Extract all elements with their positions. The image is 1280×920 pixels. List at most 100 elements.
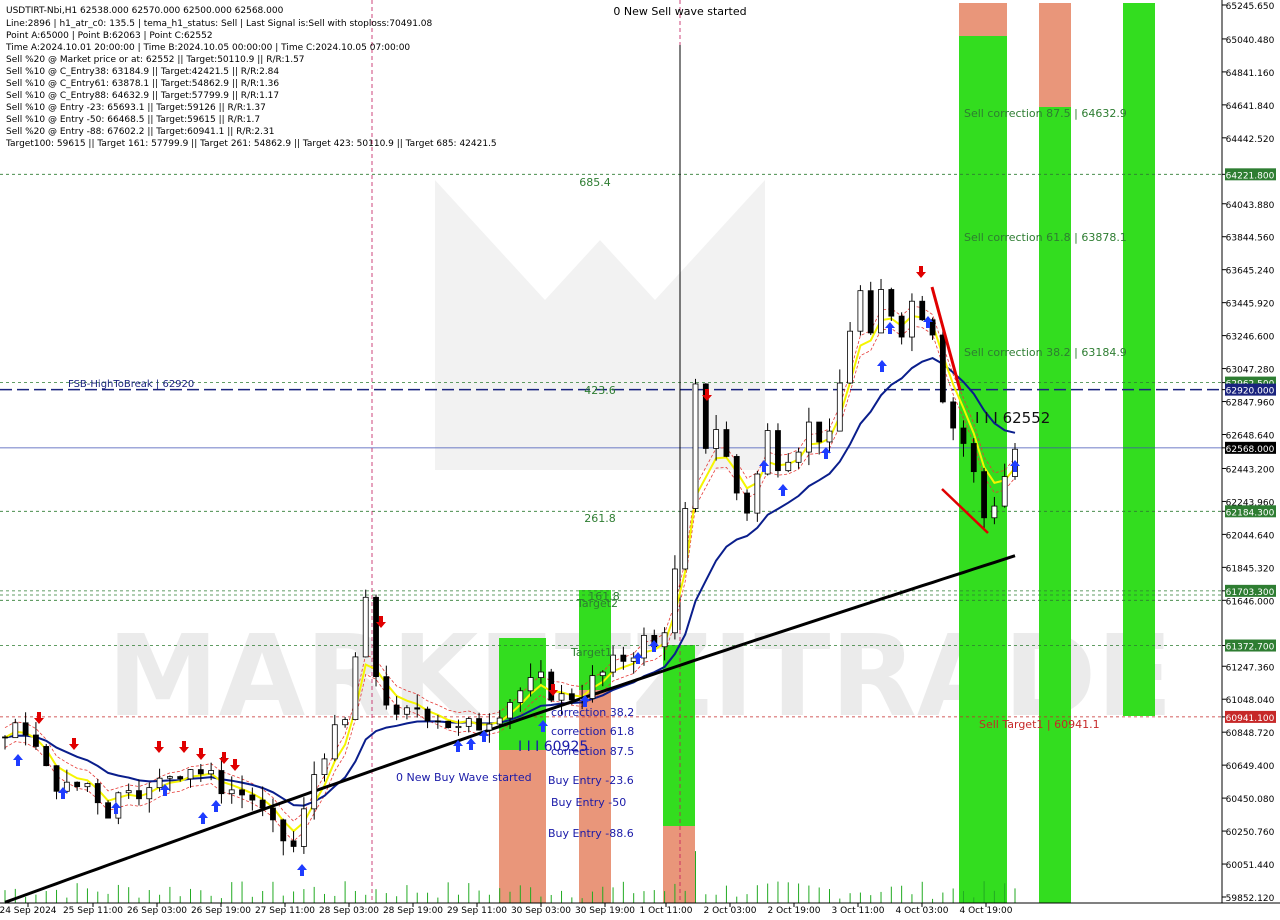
candle-body [53, 765, 60, 792]
candle-body [146, 787, 153, 800]
candle-body [754, 473, 761, 514]
candle-body [671, 568, 678, 634]
candle-body [816, 421, 823, 443]
y-tick-label-20: 62044.640 [1226, 531, 1275, 541]
candle-body [929, 319, 936, 336]
annotation-new-buy-wave: 0 New Buy Wave started [396, 771, 532, 784]
candle-body [125, 790, 132, 794]
y-tick-label-17: 62443.200 [1226, 465, 1275, 475]
candle-body [939, 334, 946, 403]
candle-10 [105, 800, 111, 819]
y-tick-label-4: 64442.520 [1226, 135, 1275, 145]
candle-body [476, 718, 482, 731]
y-tick-label-10: 63246.600 [1226, 333, 1275, 343]
info-line-6: Sell %10 @ C_Entry88: 64632.9 || Target:… [6, 91, 279, 101]
candle-body [909, 300, 915, 338]
y-tick-label-32: 60051.440 [1226, 861, 1275, 871]
candle-71 [733, 454, 740, 501]
candle-body [352, 656, 359, 721]
zone-4 [663, 645, 695, 826]
candle-body [74, 781, 81, 788]
candle-75 [775, 423, 781, 478]
candle-body [517, 690, 524, 703]
candle-4 [43, 743, 50, 767]
x-tick-label-7: 29 Sep 11:00 [447, 906, 507, 916]
candle-body [733, 456, 740, 494]
candle-body [156, 777, 163, 789]
zone-10 [1123, 3, 1155, 716]
x-tick-label-2: 26 Sep 03:00 [127, 906, 187, 916]
candle-43 [445, 720, 452, 729]
price-label-5: 64221.800 [1226, 171, 1275, 181]
candle-body [414, 707, 421, 710]
candle-body [218, 770, 225, 795]
x-tick-label-1: 25 Sep 11:00 [63, 906, 123, 916]
y-tick-label-30: 60450.080 [1226, 795, 1275, 805]
y-tick-label-11: 63047.280 [1226, 366, 1275, 376]
info-line-3: Sell %20 @ Market price or at: 62552 || … [6, 55, 305, 65]
candle-body [362, 596, 369, 658]
candle-body [857, 290, 864, 332]
candle-body [599, 671, 606, 677]
price-label-27: 60941.100 [1226, 714, 1275, 724]
candle-body [424, 708, 431, 722]
price-chart[interactable]: MARKETZITRADE 0 New Sell wave started0 N… [0, 0, 1280, 920]
x-tick-label-9: 30 Sep 19:00 [575, 906, 635, 916]
x-tick-label-8: 30 Sep 03:00 [511, 906, 571, 916]
y-tick-label-1: 65040.480 [1226, 36, 1275, 46]
price-label-19: 62184.300 [1226, 508, 1275, 518]
candle-body [692, 383, 699, 509]
x-tick-label-6: 28 Sep 19:00 [383, 906, 443, 916]
candle-body [259, 799, 266, 809]
annotation-sell-correction-87: Sell correction 87.5 | 64632.9 [964, 107, 1127, 120]
candle-36 [373, 594, 379, 687]
candle-body [290, 840, 297, 847]
candle-body [197, 769, 204, 775]
annotation-correction-61: correction 61.8 [551, 725, 634, 738]
candle-body [228, 789, 235, 795]
candle-body [867, 290, 874, 334]
y-tick-label-8: 63645.240 [1226, 267, 1275, 277]
y-tick-label-26: 61048.040 [1226, 696, 1275, 706]
y-tick-label-23: 61646.000 [1226, 597, 1275, 607]
candle-body [270, 807, 276, 821]
candle-82 [847, 322, 854, 384]
info-line-9: Sell %20 @ Entry -88: 67602.2 || Target:… [6, 127, 274, 137]
zone-8 [1039, 3, 1071, 107]
candle-body [713, 429, 720, 449]
annotation-mid-value: I I I 60925 [518, 739, 588, 755]
candle-body [455, 725, 462, 729]
info-line-0: Line:2896 | h1_atr_c0: 135.5 | tema_h1_s… [6, 19, 433, 29]
annotation-buy-entry-88: Buy Entry -88.6 [548, 827, 634, 840]
candle-body [300, 808, 307, 847]
candle-body [744, 492, 750, 514]
candle-body [991, 505, 998, 519]
candle-body [950, 401, 957, 429]
price-label-16: 62568.000 [1226, 445, 1275, 455]
candle-body [836, 382, 843, 432]
annotation-fsb-label: FSB-HighToBreak | 62920 [68, 379, 194, 390]
x-tick-label-0: 24 Sep 2024 [0, 906, 57, 916]
candle-body [898, 315, 905, 338]
candle-body [589, 675, 596, 699]
candle-body [888, 289, 895, 317]
x-tick-label-4: 27 Sep 11:00 [255, 906, 315, 916]
price-label-24: 61372.700 [1226, 643, 1275, 653]
candle-body [847, 330, 854, 384]
candle-body [465, 718, 472, 727]
annotation-correction-38: correction 38.2 [551, 706, 634, 719]
info-line-5: Sell %10 @ C_Entry61: 63878.1 || Target:… [6, 79, 279, 89]
candle-body [177, 776, 184, 780]
y-tick-label-6: 64043.880 [1226, 201, 1275, 211]
candle-86 [888, 287, 895, 321]
candle-body [105, 802, 111, 819]
candle-body [331, 724, 338, 760]
candle-body [568, 693, 575, 701]
x-tick-label-12: 2 Oct 19:00 [768, 906, 821, 916]
y-tick-label-7: 63844.560 [1226, 234, 1275, 244]
x-tick-label-10: 1 Oct 11:00 [640, 906, 693, 916]
candle-body [94, 783, 101, 804]
x-tick-label-3: 26 Sep 19:00 [191, 906, 251, 916]
candle-body [249, 794, 256, 801]
y-tick-label-21: 61845.320 [1226, 564, 1275, 574]
